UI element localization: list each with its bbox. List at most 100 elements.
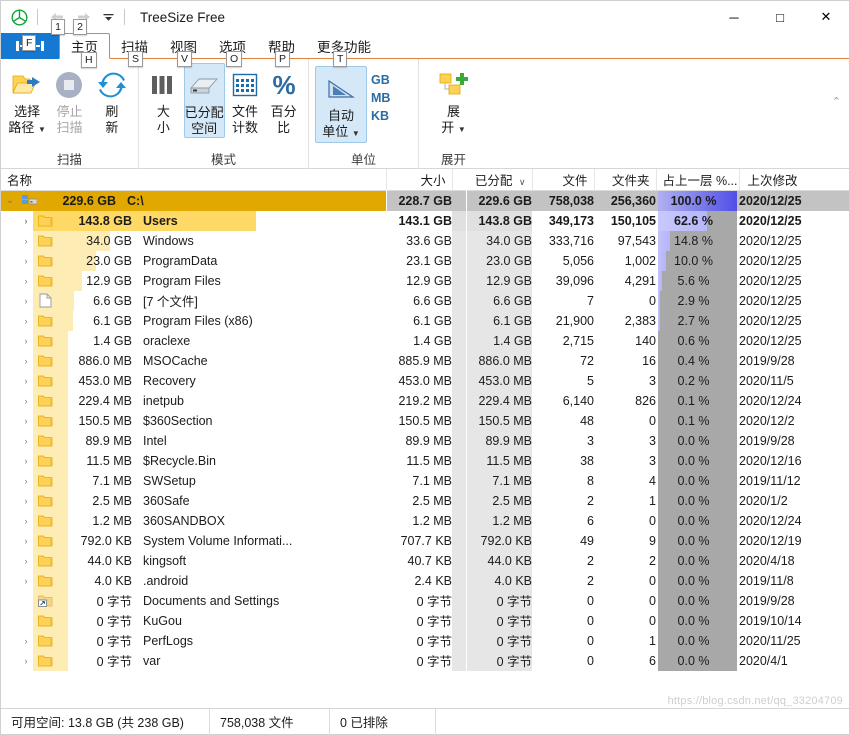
tab-home[interactable]: 主页 H bbox=[59, 33, 110, 59]
tab-file[interactable]: F bbox=[1, 33, 59, 59]
expand-toggle-icon[interactable]: › bbox=[17, 391, 35, 411]
table-row[interactable]: 0 字节Documents and Settings0 字节0 字节000.0 … bbox=[1, 591, 849, 611]
expand-toggle-icon[interactable]: › bbox=[17, 211, 35, 231]
expand-toggle-icon[interactable]: › bbox=[17, 251, 35, 271]
tab-view[interactable]: 视图 V bbox=[159, 33, 208, 59]
expand-toggle-icon[interactable]: › bbox=[17, 311, 35, 331]
expand-toggle-icon[interactable]: › bbox=[17, 571, 35, 591]
auto-unit-button[interactable]: 自动 单位 ▼ bbox=[315, 66, 367, 143]
close-button[interactable]: ✕ bbox=[803, 1, 849, 33]
qat-dropdown-icon[interactable] bbox=[100, 7, 116, 27]
qat-separator-2 bbox=[124, 9, 125, 25]
col-header-allocated[interactable]: 已分配 ∨ bbox=[452, 169, 532, 190]
expand-toggle-icon[interactable]: › bbox=[17, 291, 35, 311]
table-row[interactable]: ›23.0 GBProgramData23.1 GB23.0 GB5,0561,… bbox=[1, 251, 849, 271]
status-bar: 可用空间: 13.8 GB (共 238 GB) 758,038 文件 0 已排… bbox=[1, 708, 849, 734]
name-cell-inner: ›0 字节PerfLogs bbox=[1, 631, 386, 651]
col-header-name[interactable]: 名称 bbox=[1, 169, 386, 190]
table-row[interactable]: ›229.4 MBinetpub219.2 MB229.4 MB6,140826… bbox=[1, 391, 849, 411]
expand-toggle-icon[interactable]: › bbox=[17, 491, 35, 511]
unit-kb-option[interactable]: KB bbox=[371, 110, 390, 123]
minimize-button[interactable]: ─ bbox=[711, 1, 757, 33]
tab-scan[interactable]: 扫描 S bbox=[110, 33, 159, 59]
expand-toggle-icon[interactable] bbox=[17, 611, 35, 631]
expand-toggle-icon[interactable]: › bbox=[17, 451, 35, 471]
table-row[interactable]: ›12.9 GBProgram Files12.9 GB12.9 GB39,09… bbox=[1, 271, 849, 291]
table-row[interactable]: 0 字节KuGou0 字节0 字节000.0 %2019/10/14 bbox=[1, 611, 849, 631]
tree-table-container[interactable]: 名称 大小 已分配 ∨ 文件 文件夹 占上一层 %... 上次修改 ⌄229.6… bbox=[1, 169, 849, 708]
expand-toggle-icon[interactable]: › bbox=[17, 471, 35, 491]
expand-toggle-icon[interactable]: › bbox=[17, 651, 35, 671]
tab-more[interactable]: 更多功能 T bbox=[306, 33, 382, 59]
unit-gb-option[interactable]: GB bbox=[371, 74, 390, 87]
table-row[interactable]: ›34.0 GBWindows33.6 GB34.0 GB333,71697,5… bbox=[1, 231, 849, 251]
expand-toggle-icon[interactable]: › bbox=[17, 371, 35, 391]
folder-icon bbox=[35, 494, 55, 507]
allocated-space-mode-button[interactable]: 已分配 空间 bbox=[184, 63, 225, 138]
table-row[interactable]: ›0 字节var0 字节0 字节060.0 %2020/4/1 bbox=[1, 651, 849, 671]
cell-name: ›1.2 MB360SANDBOX bbox=[1, 511, 386, 531]
table-row[interactable]: ›6.1 GBProgram Files (x86)6.1 GB6.1 GB21… bbox=[1, 311, 849, 331]
expand-toggle-icon[interactable]: › bbox=[17, 431, 35, 451]
table-row[interactable]: ›1.4 GBoraclexe1.4 GB1.4 GB2,7151400.6 %… bbox=[1, 331, 849, 351]
table-row[interactable]: ›143.8 GBUsers143.1 GB143.8 GB349,173150… bbox=[1, 211, 849, 231]
col-header-folders[interactable]: 文件夹 bbox=[594, 169, 656, 190]
size-mode-button[interactable]: 大 小 bbox=[145, 63, 182, 136]
cell-percent: 0.0 % bbox=[656, 631, 739, 651]
cell-percent: 62.6 % bbox=[656, 211, 739, 231]
expand-toggle-icon[interactable]: › bbox=[17, 331, 35, 351]
col-header-files[interactable]: 文件 bbox=[532, 169, 594, 190]
expand-toggle-icon[interactable]: › bbox=[17, 511, 35, 531]
maximize-button[interactable]: □ bbox=[757, 1, 803, 33]
refresh-button[interactable]: 刷 新 bbox=[92, 63, 132, 136]
table-row[interactable]: ›792.0 KBSystem Volume Informati...707.7… bbox=[1, 531, 849, 551]
expand-toggle-icon[interactable]: › bbox=[17, 531, 35, 551]
cell-name: ›6.1 GBProgram Files (x86) bbox=[1, 311, 386, 331]
name-cell-inner: ›6.6 GB[7 个文件] bbox=[1, 291, 386, 311]
file-count-mode-button[interactable]: 文件 计数 bbox=[227, 63, 264, 136]
name-size-value: 6.6 GB bbox=[55, 294, 141, 308]
name-size-value: 6.1 GB bbox=[55, 314, 141, 328]
table-row[interactable]: ›453.0 MBRecovery453.0 MB453.0 MB530.2 %… bbox=[1, 371, 849, 391]
table-row[interactable]: ›886.0 MBMSOCache885.9 MB886.0 MB72160.4… bbox=[1, 351, 849, 371]
table-row[interactable]: ›1.2 MB360SANDBOX1.2 MB1.2 MB600.0 %2020… bbox=[1, 511, 849, 531]
expand-toggle-icon[interactable]: › bbox=[17, 231, 35, 251]
folder-icon bbox=[35, 254, 55, 267]
table-row[interactable]: ›44.0 KBkingsoft40.7 KB44.0 KB220.0 %202… bbox=[1, 551, 849, 571]
col-header-percent[interactable]: 占上一层 %... bbox=[656, 169, 739, 190]
table-row[interactable]: ›89.9 MBIntel89.9 MB89.9 MB330.0 %2019/9… bbox=[1, 431, 849, 451]
percent-bar-track: 0.0 % bbox=[658, 531, 737, 551]
tab-options[interactable]: 选项 O bbox=[208, 33, 257, 59]
expand-toggle-icon[interactable]: › bbox=[17, 351, 35, 371]
expand-toggle-icon[interactable]: › bbox=[17, 271, 35, 291]
expand-toggle-icon[interactable]: ⌄ bbox=[1, 191, 19, 211]
table-row[interactable]: ›7.1 MBSWSetup7.1 MB7.1 MB840.0 %2019/11… bbox=[1, 471, 849, 491]
table-row[interactable]: ›6.6 GB[7 个文件]6.6 GB6.6 GB702.9 %2020/12… bbox=[1, 291, 849, 311]
expand-button[interactable]: 展 开 ▼ bbox=[428, 63, 480, 138]
keytip-file: F bbox=[22, 35, 36, 51]
stop-scan-button[interactable]: 停止 扫描 bbox=[49, 63, 89, 136]
table-row[interactable]: ›0 字节PerfLogs0 字节0 字节010.0 %2020/11/25 bbox=[1, 631, 849, 651]
percent-value: 0.0 % bbox=[658, 551, 737, 571]
col-header-modified[interactable]: 上次修改 bbox=[739, 169, 849, 190]
unit-mb-option[interactable]: MB bbox=[371, 92, 390, 105]
expand-toggle-icon[interactable]: › bbox=[17, 551, 35, 571]
name-size-value: 0 字节 bbox=[55, 611, 141, 630]
select-path-button[interactable]: 选择 路径 ▼ bbox=[7, 63, 47, 138]
folder-icon bbox=[35, 434, 55, 447]
table-row[interactable]: ›11.5 MB$Recycle.Bin11.5 MB11.5 MB3830.0… bbox=[1, 451, 849, 471]
col-header-size[interactable]: 大小 bbox=[386, 169, 452, 190]
expand-toggle-icon[interactable]: › bbox=[17, 631, 35, 651]
percent-mode-button[interactable]: % 百分 比 bbox=[265, 63, 302, 136]
expand-toggle-icon[interactable] bbox=[17, 591, 35, 611]
collapse-ribbon-icon[interactable]: ⌃ bbox=[832, 95, 841, 108]
table-row[interactable]: ›150.5 MB$360Section150.5 MB150.5 MB4800… bbox=[1, 411, 849, 431]
table-row[interactable]: ›4.0 KB.android2.4 KB4.0 KB200.0 %2019/1… bbox=[1, 571, 849, 591]
ribbon: 选择 路径 ▼ 停止 扫描 bbox=[1, 59, 849, 169]
table-row[interactable]: ⌄229.6 GBC:\228.7 GB229.6 GB758,038256,3… bbox=[1, 190, 849, 211]
expand-toggle-icon[interactable]: › bbox=[17, 411, 35, 431]
table-row[interactable]: ›2.5 MB360Safe2.5 MB2.5 MB210.0 %2020/1/… bbox=[1, 491, 849, 511]
cell-name: ›229.4 MBinetpub bbox=[1, 391, 386, 411]
tab-help[interactable]: 帮助 P bbox=[257, 33, 306, 59]
ribbon-group-expand-label: 展开 bbox=[419, 151, 488, 169]
